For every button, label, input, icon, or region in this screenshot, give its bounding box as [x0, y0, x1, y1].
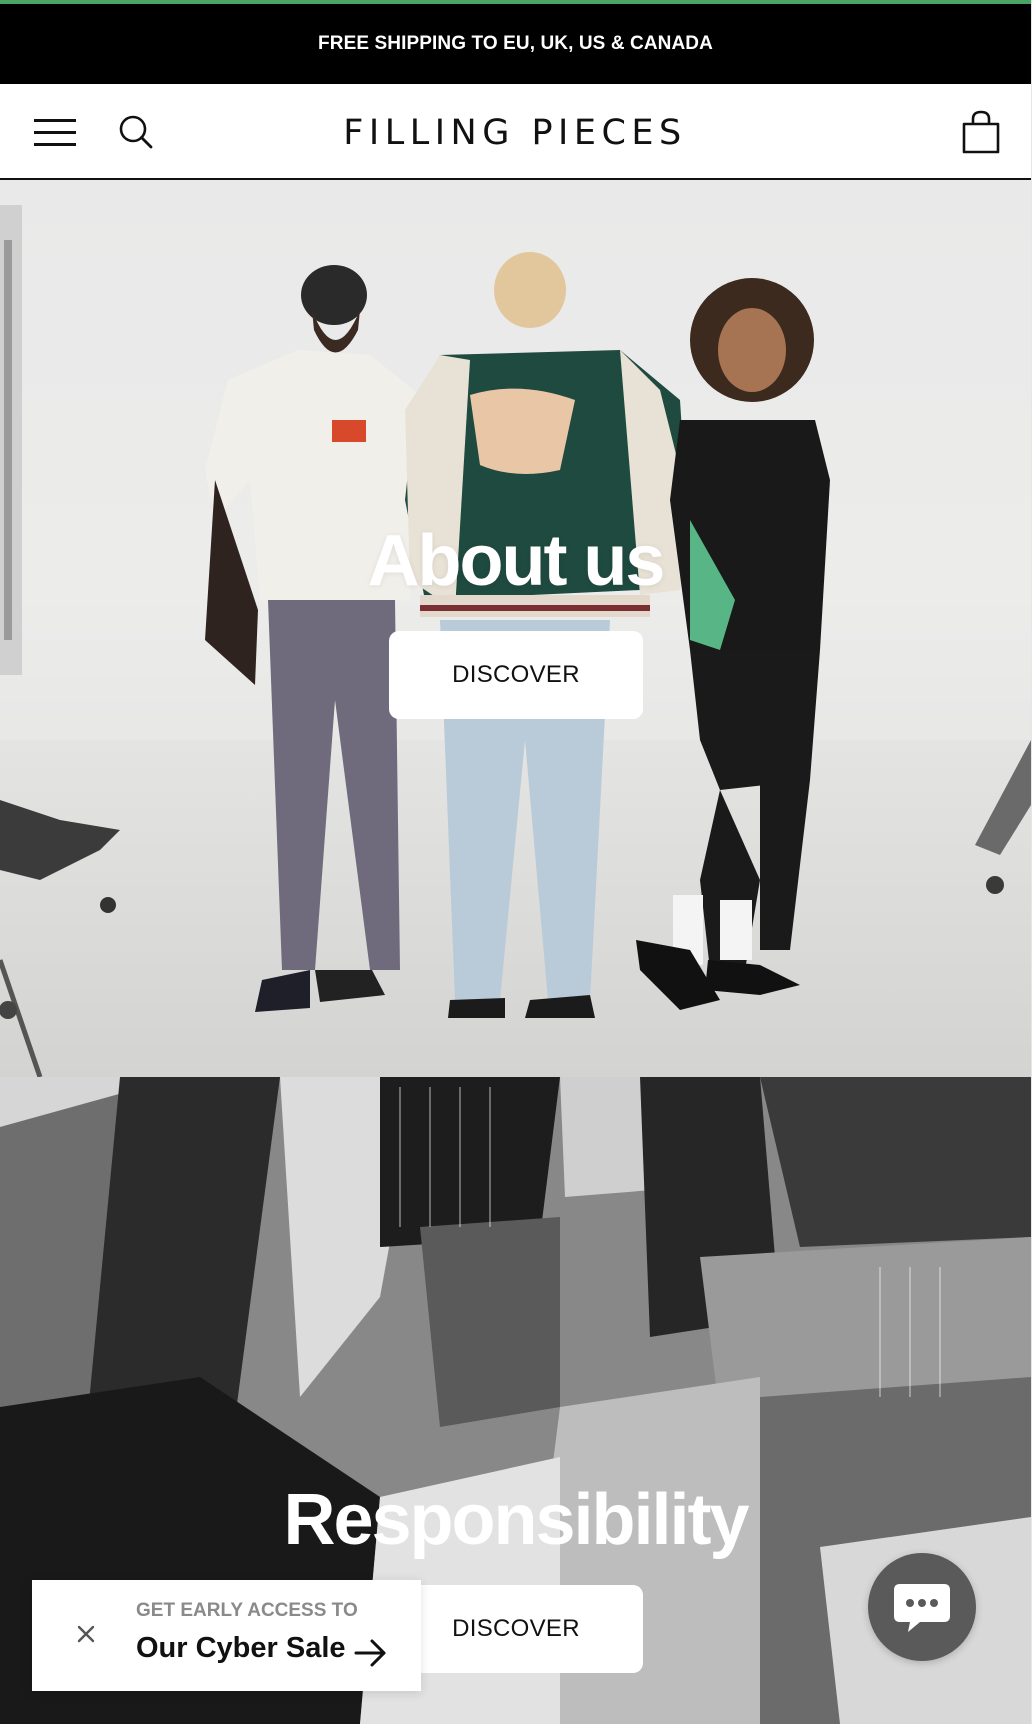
about-us-photo — [0, 205, 1031, 1077]
popup-eyebrow: GET EARLY ACCESS TO — [136, 1600, 358, 1621]
chat-bubble-icon[interactable] — [868, 1553, 976, 1661]
hamburger-menu-icon[interactable] — [34, 116, 78, 148]
promo-text: FREE SHIPPING TO EU, UK, US & CANADA — [318, 33, 713, 54]
section-title: About us — [367, 521, 666, 601]
logo-text: FILLING PIECES — [343, 113, 687, 153]
site-header: FILLING PIECES — [0, 84, 1031, 180]
discover-button[interactable]: DISCOVER — [389, 1585, 643, 1673]
shopping-bag-icon[interactable] — [960, 110, 1002, 156]
page: FREE SHIPPING TO EU, UK, US & CANADA FIL… — [0, 0, 1032, 1724]
arrow-right-icon — [354, 1638, 388, 1668]
discover-button[interactable]: DISCOVER — [389, 631, 643, 719]
popup-headline: Our Cyber Sale — [136, 1632, 346, 1664]
search-icon[interactable] — [116, 112, 156, 152]
promo-bar: FREE SHIPPING TO EU, UK, US & CANADA — [0, 0, 1031, 84]
early-access-popup[interactable]: GET EARLY ACCESS TO Our Cyber Sale — [32, 1580, 421, 1691]
section-title: Responsibility — [283, 1480, 749, 1560]
about-us-banner[interactable]: About us DISCOVER — [0, 180, 1031, 1077]
close-icon[interactable] — [70, 1618, 102, 1650]
brand-logo[interactable]: FILLING PIECES — [340, 106, 690, 160]
